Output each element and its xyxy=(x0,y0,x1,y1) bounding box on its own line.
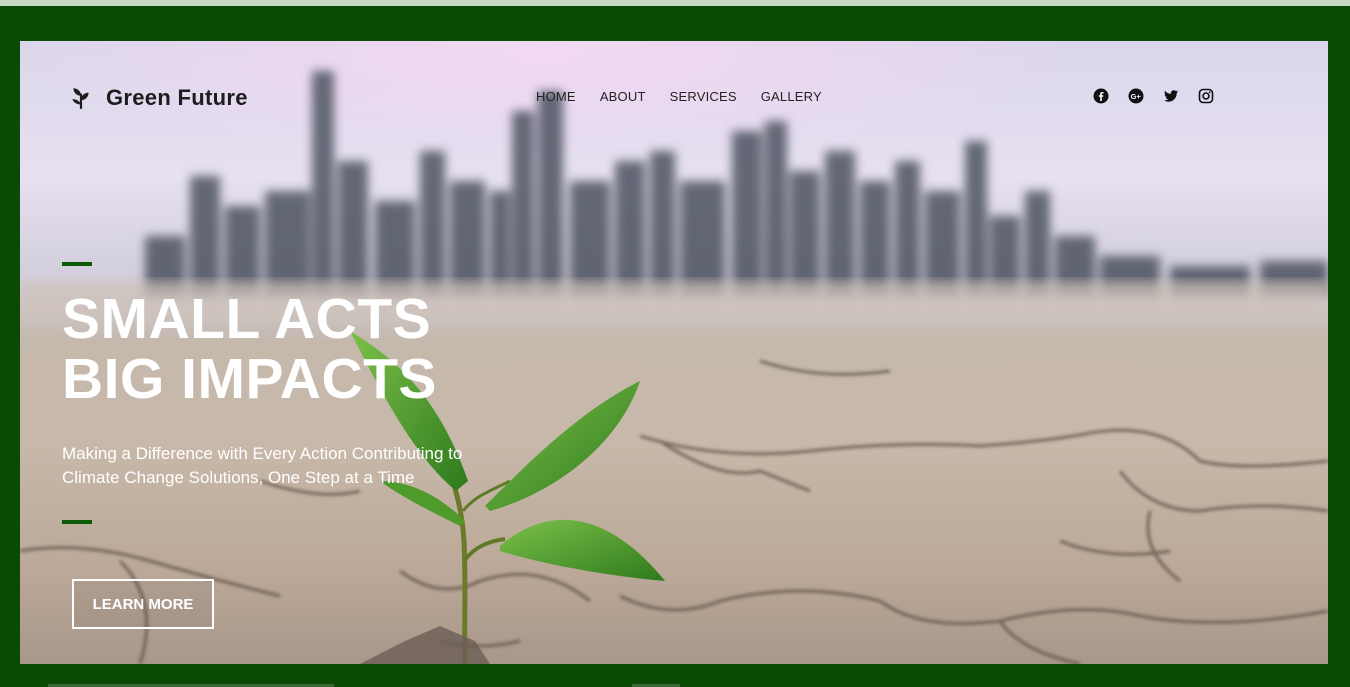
brand-name: Green Future xyxy=(106,85,248,110)
accent-dash-bottom xyxy=(62,520,92,524)
main-nav: HOME ABOUT SERVICES GALLERY xyxy=(536,89,846,104)
headline-line-2: BIG IMPACTS xyxy=(62,347,437,411)
svg-text:G+: G+ xyxy=(1131,92,1142,101)
nav-item-services[interactable]: SERVICES xyxy=(670,89,737,104)
browser-top-strip xyxy=(0,0,1350,6)
learn-more-button[interactable]: LEARN MORE xyxy=(72,579,214,629)
google-plus-icon[interactable]: G+ xyxy=(1128,88,1144,104)
headline-line-1: SMALL ACTS xyxy=(62,287,432,351)
nav-item-gallery[interactable]: GALLERY xyxy=(761,89,822,104)
sprout-icon xyxy=(72,88,89,109)
accent-dash-top xyxy=(62,262,92,266)
twitter-icon[interactable] xyxy=(1163,88,1179,104)
brand[interactable]: Green Future xyxy=(68,85,248,111)
nav-item-home[interactable]: HOME xyxy=(536,89,576,104)
instagram-icon[interactable] xyxy=(1198,88,1214,104)
facebook-icon[interactable] xyxy=(1093,88,1109,104)
social-links: G+ xyxy=(1093,88,1233,104)
hero-headline: SMALL ACTS BIG IMPACTS xyxy=(62,289,437,409)
hero-subtext: Making a Difference with Every Action Co… xyxy=(62,444,463,487)
hero-section: Green Future HOME ABOUT SERVICES GALLERY… xyxy=(20,41,1328,664)
nav-item-about[interactable]: ABOUT xyxy=(600,89,646,104)
